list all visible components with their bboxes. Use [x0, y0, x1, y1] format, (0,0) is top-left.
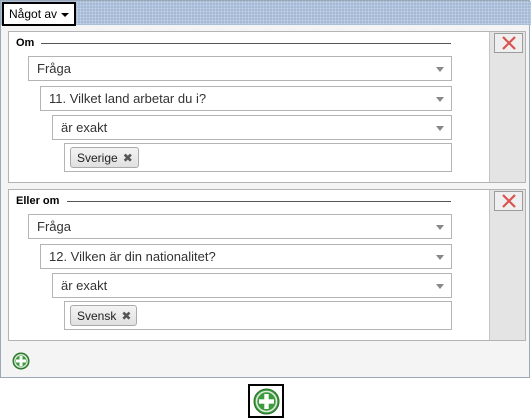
value-tag-label: Svensk: [77, 308, 117, 323]
remove-tag-icon[interactable]: ✖: [121, 309, 131, 323]
question-label: 11. Vilket land arbetar du i?: [49, 91, 207, 106]
remove-tag-icon[interactable]: ✖: [123, 151, 133, 165]
condition-side-panel: [489, 32, 525, 182]
title-divider: [41, 43, 451, 44]
condition-title: Om: [16, 37, 35, 49]
remove-condition-button[interactable]: [494, 33, 523, 53]
operator-label: är exakt: [61, 120, 108, 135]
chevron-down-icon: [436, 67, 444, 72]
plus-circle-icon: [253, 388, 280, 415]
chevron-down-icon: [436, 126, 444, 131]
value-tag: Sverige ✖: [70, 147, 139, 168]
title-divider: [67, 201, 451, 202]
remove-condition-button[interactable]: [494, 191, 523, 211]
operator-select[interactable]: är exakt: [52, 115, 452, 140]
chevron-down-icon: [436, 225, 444, 230]
chevron-down-icon: [61, 13, 69, 17]
question-select[interactable]: 12. Vilken är din nationalitet?: [40, 244, 452, 269]
question-select[interactable]: 11. Vilket land arbetar du i?: [40, 86, 452, 111]
condition-side-panel: [489, 190, 525, 340]
add-group-button[interactable]: [248, 384, 284, 418]
condition-group-panel: Något av Om Fråga 11. Vilket land arbeta…: [0, 0, 531, 378]
match-type-label: Något av: [9, 7, 58, 21]
add-condition-button[interactable]: [12, 352, 30, 370]
condition-block-2: Eller om Fråga 12. Vilken är din nationa…: [8, 189, 526, 341]
chevron-down-icon: [436, 97, 444, 102]
value-tag-input[interactable]: Svensk ✖: [64, 301, 452, 330]
operator-label: är exakt: [61, 278, 108, 293]
question-label: 12. Vilken är din nationalitet?: [49, 249, 216, 264]
field-type-select[interactable]: Fråga: [28, 214, 452, 239]
value-tag-input[interactable]: Sverige ✖: [64, 143, 452, 172]
field-type-select[interactable]: Fråga: [28, 56, 452, 81]
condition-title: Eller om: [16, 195, 60, 207]
group-header: [1, 1, 531, 25]
field-type-label: Fråga: [37, 219, 71, 234]
value-tag-label: Sverige: [77, 150, 118, 165]
close-icon: [502, 36, 516, 50]
close-icon: [502, 194, 516, 208]
condition-block-1: Om Fråga 11. Vilket land arbetar du i? ä…: [8, 31, 526, 183]
chevron-down-icon: [436, 255, 444, 260]
match-type-select[interactable]: Något av: [2, 2, 76, 26]
value-tag: Svensk ✖: [70, 305, 138, 326]
field-type-label: Fråga: [37, 61, 71, 76]
operator-select[interactable]: är exakt: [52, 273, 452, 298]
chevron-down-icon: [436, 284, 444, 289]
